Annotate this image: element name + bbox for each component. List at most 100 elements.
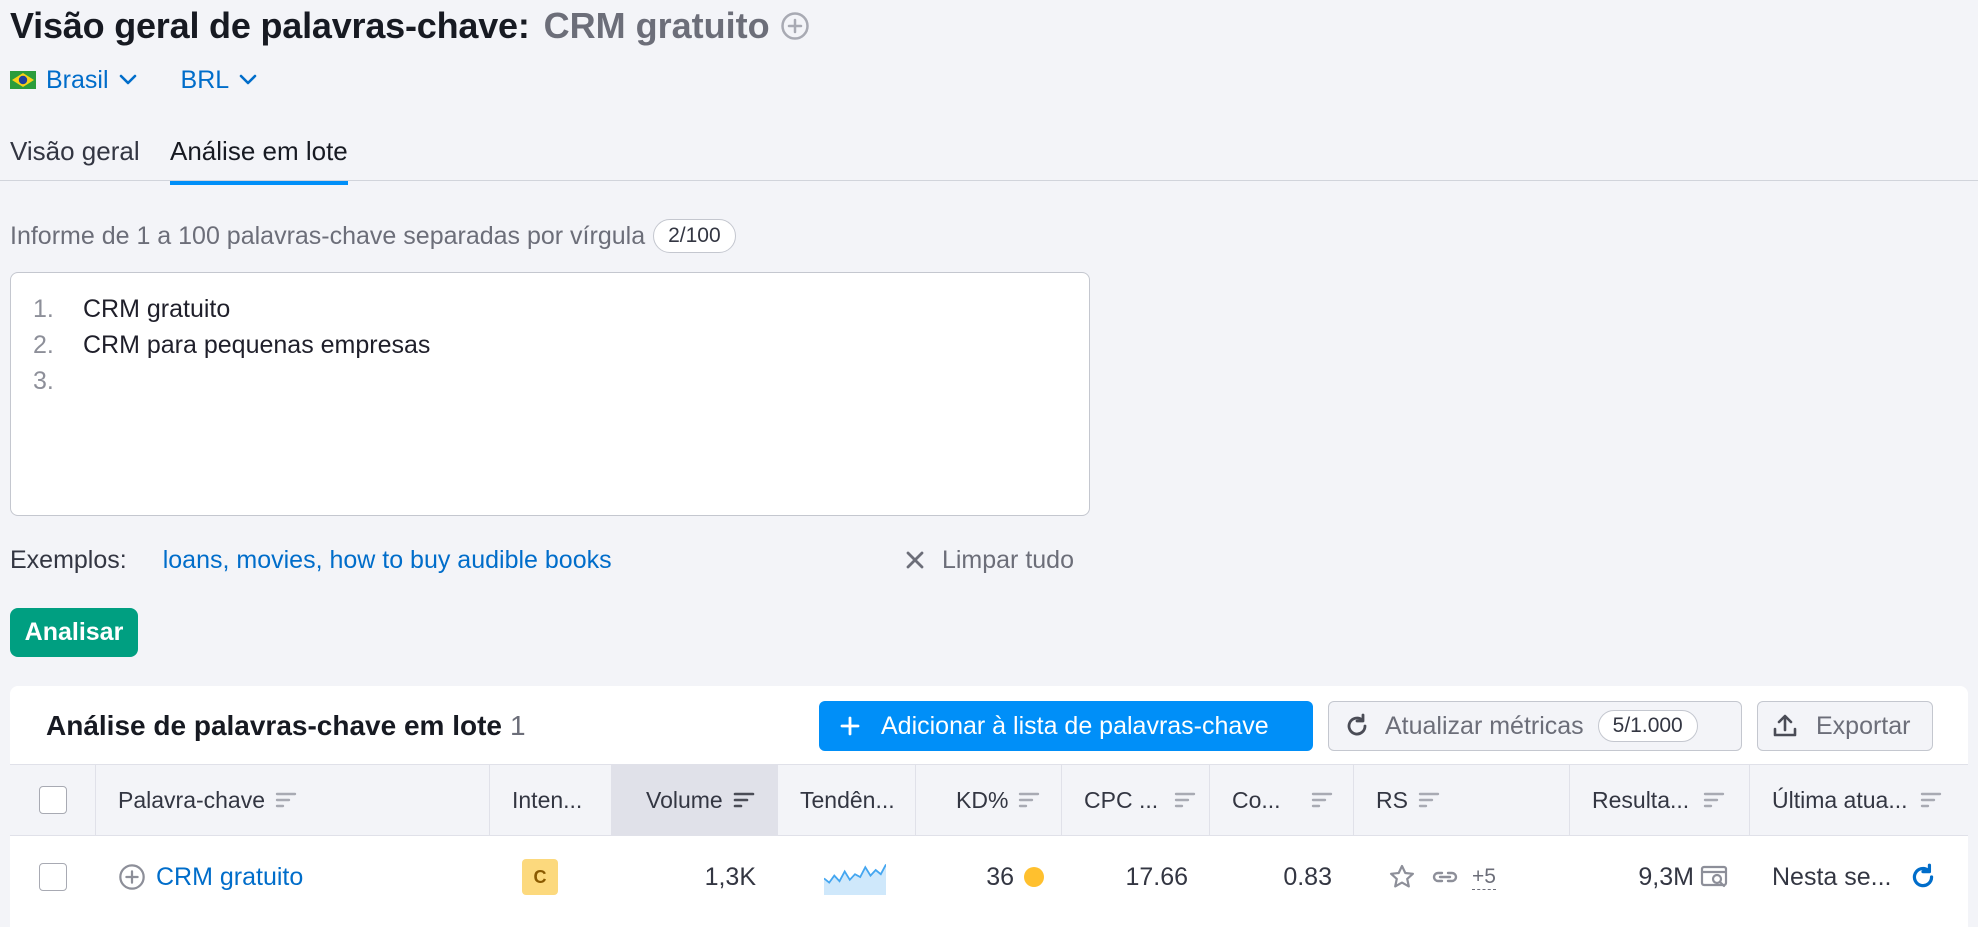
examples-link[interactable]: loans, movies, how to buy audible books — [163, 546, 612, 575]
chevron-down-icon — [119, 74, 137, 86]
sort-icon — [1920, 791, 1942, 809]
line-number: 3. — [33, 366, 54, 395]
col-cpc-label: CPC ... — [1084, 786, 1159, 813]
sort-icon — [275, 791, 297, 809]
page-keyword: CRM gratuito — [543, 5, 770, 46]
col-volume[interactable]: Volume — [612, 765, 778, 835]
sort-icon — [1418, 791, 1440, 809]
panel-title-count: 1 — [510, 710, 526, 741]
link-icon — [1430, 863, 1460, 891]
trend-cell — [778, 836, 916, 918]
col-results[interactable]: Resulta... — [1570, 765, 1750, 835]
last-update-value: Nesta se... — [1772, 862, 1892, 891]
textarea-line: 2. CRM para pequenas empresas — [11, 327, 1089, 363]
bulk-analysis-panel: Análise de palavras-chave em lote 1 Adici… — [10, 686, 1968, 927]
col-volume-label: Volume — [646, 786, 723, 813]
analyze-button[interactable]: Analisar — [10, 608, 138, 657]
intent-badge[interactable]: C — [522, 859, 558, 895]
page-title-row: Visão geral de palavras-chave: CRM gratu… — [10, 4, 810, 48]
keyword-cell: CRM gratuito — [96, 836, 490, 918]
database-selectors: Brasil BRL — [10, 62, 257, 98]
last-update-cell: Nesta se... — [1750, 836, 1968, 918]
col-keyword[interactable]: Palavra-chave — [96, 765, 490, 835]
serp-features-cell: +5 — [1354, 836, 1570, 918]
examples-label: Exemplos: — [10, 545, 127, 574]
sort-icon — [1311, 791, 1333, 809]
update-metrics-count-badge: 5/1.000 — [1597, 710, 1698, 742]
line-text: CRM gratuito — [83, 294, 231, 323]
update-metrics-label: Atualizar métricas — [1385, 711, 1584, 740]
add-circle-icon[interactable] — [780, 11, 810, 41]
country-select[interactable]: Brasil — [10, 66, 137, 95]
upload-icon — [1772, 713, 1798, 739]
col-intent[interactable]: Inten... — [490, 765, 612, 835]
currency-select[interactable]: BRL — [181, 66, 258, 95]
keyword-link[interactable]: CRM gratuito — [156, 863, 303, 892]
results-value: 9,3M — [1638, 862, 1694, 891]
add-circle-icon[interactable] — [118, 863, 146, 891]
keyword-input-hint-row: Informe de 1 a 100 palavras-chave separa… — [10, 216, 736, 256]
sort-icon — [1174, 791, 1196, 809]
trend-sparkline — [824, 863, 886, 895]
textarea-line: 1. CRM gratuito — [11, 291, 1089, 327]
currency-label: BRL — [180, 65, 230, 94]
keyword-input-hint: Informe de 1 a 100 palavras-chave separa… — [10, 221, 646, 250]
sort-icon — [1703, 791, 1725, 809]
volume-cell: 1,3K — [704, 862, 756, 891]
examples-row: Exemplos: loans, movies, how to buy audi… — [10, 542, 1090, 578]
panel-title: Análise de palavras-chave em lote 1 — [46, 710, 526, 742]
keywords-textarea[interactable]: 1. CRM gratuito 2. CRM para pequenas emp… — [10, 272, 1090, 516]
col-last-update-label: Última atua... — [1772, 786, 1908, 813]
table-header: Palavra-chave Inten... Volume Tendên... … — [10, 764, 1968, 836]
col-competition-label: Co... — [1232, 786, 1281, 813]
country-label: Brasil — [46, 65, 109, 94]
col-serp-features[interactable]: RS — [1354, 765, 1570, 835]
tab-bulk-analysis[interactable]: Análise em lote — [170, 136, 348, 185]
plus-icon — [839, 715, 861, 737]
col-cpc[interactable]: CPC ... — [1062, 765, 1210, 835]
col-kd-label: KD% — [956, 786, 1009, 813]
star-icon — [1388, 863, 1416, 891]
line-number: 1. — [33, 294, 54, 323]
trend-area — [824, 864, 886, 895]
col-keyword-label: Palavra-chave — [118, 786, 266, 813]
add-to-keyword-list-button[interactable]: Adicionar à lista de palavras-chave — [819, 701, 1313, 751]
intent-cell: C — [490, 836, 612, 918]
competition-cell: 0.83 — [1283, 862, 1332, 891]
brazil-flag-icon — [10, 71, 36, 89]
clear-all-button[interactable]: Limpar tudo — [904, 546, 1074, 575]
select-all-checkbox[interactable] — [38, 786, 67, 814]
tab-bar: Visão geral Análise em lote — [0, 132, 1978, 185]
results-cell: 9,3M — [1570, 836, 1750, 918]
clear-all-label: Limpar tudo — [941, 545, 1074, 574]
textarea-line: 3. — [11, 363, 1089, 399]
refresh-row-icon[interactable] — [1908, 862, 1938, 892]
line-number: 2. — [33, 330, 54, 359]
update-metrics-button[interactable]: Atualizar métricas 5/1.000 — [1328, 701, 1742, 751]
tab-overview[interactable]: Visão geral — [10, 136, 140, 180]
keyword-counter-badge: 2/100 — [653, 219, 736, 253]
more-serp-features[interactable]: +5 — [1472, 865, 1496, 890]
line-text: CRM para pequenas empresas — [83, 330, 431, 359]
col-trend[interactable]: Tendên... — [778, 765, 916, 835]
row-select-cell — [10, 836, 96, 918]
chevron-down-icon — [239, 74, 257, 86]
select-all-cell — [10, 765, 96, 835]
kd-difficulty-dot — [1024, 867, 1044, 887]
col-serp-features-label: RS — [1376, 786, 1408, 813]
col-last-update[interactable]: Última atua... — [1750, 765, 1968, 835]
add-to-keyword-list-label: Adicionar à lista de palavras-chave — [881, 711, 1269, 740]
serp-preview-icon[interactable] — [1700, 863, 1730, 891]
export-label: Exportar — [1816, 711, 1911, 740]
col-competition[interactable]: Co... — [1210, 765, 1354, 835]
row-checkbox[interactable] — [39, 863, 67, 891]
table-row: CRM gratuito C 1,3K 36 17.66 0.83 +5 9,3… — [10, 836, 1968, 918]
panel-header: Análise de palavras-chave em lote 1 Adici… — [10, 686, 1968, 764]
export-button[interactable]: Exportar — [1757, 701, 1933, 751]
col-kd[interactable]: KD% — [916, 765, 1062, 835]
kd-cell: 36 — [916, 836, 1062, 918]
sort-icon — [1018, 791, 1040, 809]
sort-active-icon — [733, 791, 755, 809]
refresh-icon — [1343, 712, 1371, 740]
close-icon — [904, 549, 926, 571]
